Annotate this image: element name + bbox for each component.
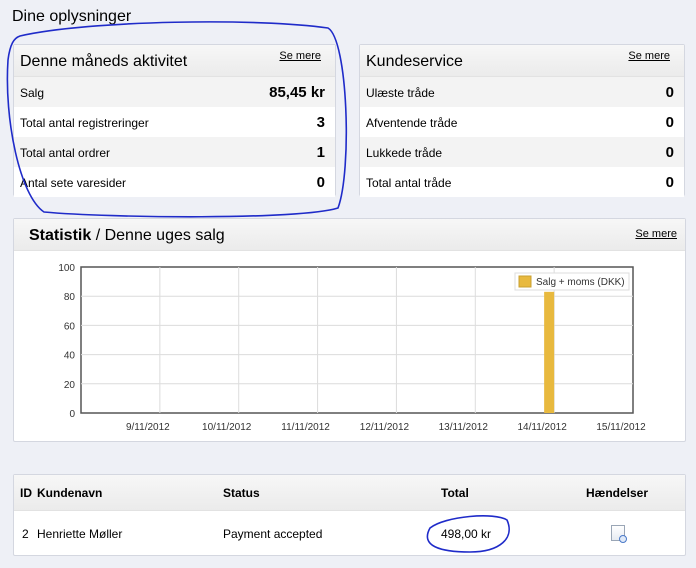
row-value: 85,45 kr (269, 84, 325, 101)
row-label: Salg (20, 86, 45, 100)
orders-table-header: ID Kundenavn Status Total Hændelser (14, 475, 685, 511)
row-label: Lukkede tråde (366, 146, 443, 160)
row-value: 1 (316, 144, 325, 161)
cs-row-closed: Lukkede tråde 0 (360, 137, 684, 167)
x-tick-label: 10/11/2012 (202, 422, 252, 433)
activity-row-sales: Salg 85,45 kr (14, 77, 335, 107)
col-header-status: Status (223, 486, 260, 500)
row-label: Afventende tråde (366, 116, 458, 130)
row-value: 0 (665, 114, 674, 131)
col-header-actions: Hændelser (586, 486, 649, 500)
row-value: 0 (316, 174, 325, 191)
cell-status: Payment accepted (223, 527, 323, 541)
statistics-see-more-link[interactable]: Se mere (635, 228, 677, 240)
y-tick-label: 100 (58, 263, 75, 274)
row-value: 0 (665, 144, 674, 161)
col-header-name: Kundenavn (37, 486, 103, 500)
customer-service-panel: Kundeservice Se mere Ulæste tråde 0 Afve… (359, 44, 685, 197)
x-tick-label: 15/11/2012 (596, 422, 646, 433)
y-tick-label: 40 (64, 351, 76, 362)
row-label: Total antal ordrer (20, 146, 111, 160)
row-value: 3 (316, 114, 325, 131)
activity-panel-title: Denne måneds aktivitet (20, 53, 188, 70)
legend-label: Salg + moms (DKK) (536, 277, 625, 288)
y-tick-label: 20 (64, 380, 76, 391)
col-header-total: Total (441, 486, 469, 500)
y-tick-label: 80 (64, 292, 76, 303)
activity-row-product-views: Antal sete varesider 0 (14, 167, 335, 197)
row-label: Total antal registreringer (20, 116, 149, 130)
sales-chart: 0 20 40 60 80 100 9/11/2012 10/11/2012 11/11/20… (58, 263, 646, 433)
x-tick-label: 14/11/2012 (517, 422, 567, 433)
legend-swatch (518, 275, 532, 288)
statistics-title-rest: / Denne uges salg (91, 227, 225, 244)
statistics-panel: Statistik / Denne uges salg Se mere 0 20 4… (13, 218, 686, 442)
row-value: 0 (665, 84, 674, 101)
table-row[interactable]: 2 Henriette Møller Payment accepted 498,… (14, 515, 685, 551)
x-tick-label: 13/11/2012 (439, 422, 489, 433)
activity-panel-header: Denne måneds aktivitet Se mere (14, 45, 335, 77)
statistics-panel-header: Statistik / Denne uges salg Se mere (14, 219, 685, 251)
row-label: Ulæste tråde (366, 86, 435, 100)
statistics-title-bold: Statistik (29, 227, 92, 244)
row-value: 0 (665, 174, 674, 191)
cs-row-pending: Afventende tråde 0 (360, 107, 684, 137)
x-tick-label: 11/11/2012 (281, 422, 330, 433)
page-title: Dine oplysninger (12, 8, 132, 25)
view-icon[interactable] (611, 525, 627, 543)
x-tick-label: 9/11/2012 (126, 422, 170, 433)
orders-table: ID Kundenavn Status Total Hændelser 2 He… (13, 474, 686, 556)
col-header-id: ID (20, 486, 32, 500)
activity-row-orders: Total antal ordrer 1 (14, 137, 335, 167)
activity-row-registrations: Total antal registreringer 3 (14, 107, 335, 137)
cs-row-total: Total antal tråde 0 (360, 167, 684, 197)
customer-service-see-more-link[interactable]: Se mere (628, 50, 670, 62)
cs-row-unread: Ulæste tråde 0 (360, 77, 684, 107)
y-tick-label: 60 (64, 321, 76, 332)
customer-service-panel-title: Kundeservice (366, 53, 463, 70)
y-tick-label: 0 (69, 409, 75, 420)
x-tick-label: 12/11/2012 (360, 422, 410, 433)
activity-panel: Denne måneds aktivitet Se mere Salg 85,4… (13, 44, 336, 197)
activity-see-more-link[interactable]: Se mere (279, 50, 321, 62)
cell-id: 2 (22, 527, 29, 541)
statistics-panel-title: Statistik / Denne uges salg (29, 227, 225, 245)
row-label: Antal sete varesider (20, 176, 127, 190)
customer-service-panel-header: Kundeservice Se mere (360, 45, 684, 77)
chart-bar (544, 291, 555, 413)
cell-total: 498,00 kr (441, 527, 492, 541)
row-label: Total antal tråde (366, 176, 452, 190)
cell-name: Henriette Møller (37, 527, 123, 541)
